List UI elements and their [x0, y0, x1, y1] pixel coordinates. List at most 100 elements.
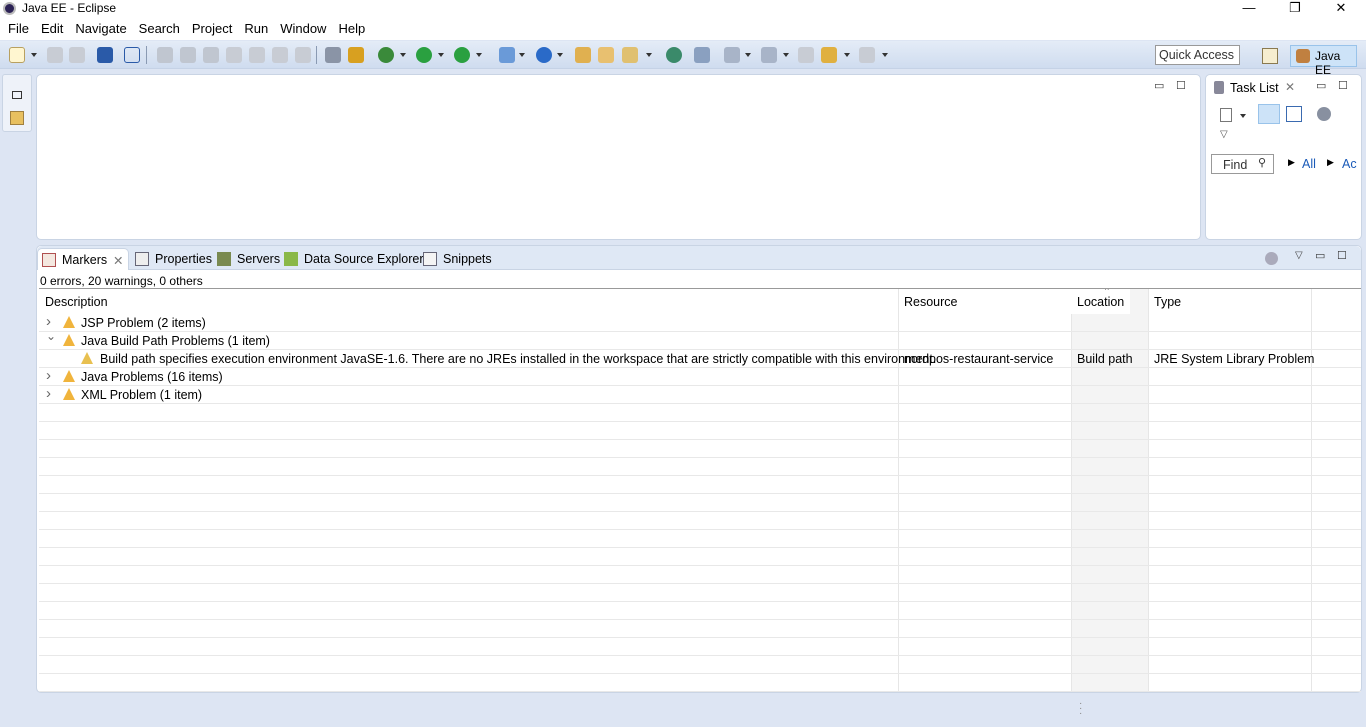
brush-icon[interactable] [622, 47, 638, 63]
resume-icon[interactable] [157, 47, 173, 63]
minimize-icon[interactable]: ▭ [1315, 249, 1325, 262]
find-placeholder: Find [1223, 158, 1248, 172]
table-row[interactable]: › Java Problems (16 items) [39, 367, 1361, 386]
focus-icon[interactable] [1317, 107, 1331, 121]
markers-summary: 0 errors, 20 warnings, 0 others [40, 274, 203, 288]
minimize-icon[interactable]: ▭ [1316, 79, 1326, 92]
debug-icon[interactable] [378, 47, 394, 63]
minimize-button[interactable]: — [1226, 0, 1272, 18]
java-ee-perspective-button[interactable]: Java EE [1290, 45, 1357, 77]
menu-help[interactable]: Help [332, 18, 371, 40]
open-folder-icon[interactable] [598, 47, 614, 63]
project-explorer-icon[interactable] [10, 111, 24, 125]
close-button[interactable]: ✕ [1318, 0, 1364, 18]
view-menu-icon[interactable]: ▽ [1220, 129, 1228, 140]
chevron-right-icon[interactable]: › [46, 313, 51, 330]
save-all-icon[interactable] [69, 47, 85, 63]
terminal-icon[interactable] [97, 47, 113, 63]
cell-description: Build path specifies execution environme… [100, 352, 937, 366]
minimize-icon[interactable]: ▭ [1154, 79, 1164, 92]
suspend-icon[interactable] [180, 47, 196, 63]
terminate-icon[interactable] [203, 47, 219, 63]
use-step-filters-icon[interactable] [348, 47, 364, 63]
column-header-resource[interactable]: Resource [898, 289, 964, 314]
maximize-icon[interactable]: ☐ [1176, 79, 1186, 92]
tab-snippets[interactable]: Snippets [419, 248, 498, 270]
tab-properties[interactable]: Properties [131, 248, 218, 270]
focus-icon[interactable] [1265, 252, 1278, 265]
quick-access-input[interactable]: Quick Access [1155, 45, 1240, 65]
last-edit-icon[interactable] [798, 47, 814, 63]
skip-breakpoints-icon[interactable] [124, 47, 140, 63]
chevron-down-icon[interactable]: ⌄ [46, 329, 56, 343]
tab-data-source-explorer[interactable]: Data Source Explorer [280, 248, 430, 270]
maximize-icon[interactable]: ☐ [1337, 249, 1347, 262]
filter-all-link[interactable]: All [1302, 157, 1316, 171]
menu-navigate[interactable]: Navigate [69, 18, 132, 40]
step-into-icon[interactable] [249, 47, 265, 63]
tab-task-list[interactable]: Task List ✕ [1206, 75, 1301, 99]
menu-project[interactable]: Project [186, 18, 238, 40]
cell-description: JSP Problem (2 items) [81, 316, 206, 330]
new-task-icon[interactable] [1220, 108, 1232, 122]
previous-annotation-icon[interactable] [761, 47, 777, 63]
menu-edit[interactable]: Edit [35, 18, 69, 40]
step-over-icon[interactable] [272, 47, 288, 63]
chevron-right-icon[interactable]: › [46, 367, 51, 384]
new-servlet-icon[interactable] [536, 47, 552, 63]
menu-window[interactable]: Window [274, 18, 332, 40]
forward-icon[interactable] [859, 47, 875, 63]
step-return-icon[interactable] [295, 47, 311, 63]
view-menu-icon[interactable]: ▽ [1295, 250, 1303, 261]
close-icon[interactable]: ✕ [1285, 80, 1295, 94]
tab-servers[interactable]: Servers [213, 248, 286, 270]
new-icon[interactable] [9, 47, 25, 63]
maximize-icon[interactable]: ☐ [1338, 79, 1348, 92]
menu-run[interactable]: Run [238, 18, 274, 40]
eclipse-logo-icon [3, 2, 16, 15]
cell-description: Java Build Path Problems (1 item) [81, 334, 270, 348]
tab-label: Data Source Explorer [304, 252, 424, 266]
save-icon[interactable] [47, 47, 63, 63]
new-server-icon[interactable] [499, 47, 515, 63]
open-project-icon[interactable] [575, 47, 591, 63]
filter-activate-link[interactable]: Ac [1342, 157, 1357, 171]
restore-icon[interactable] [12, 91, 22, 99]
next-annotation-icon[interactable] [724, 47, 740, 63]
drag-handle-icon[interactable]: · · · [1079, 699, 1082, 719]
drop-to-frame-icon[interactable] [325, 47, 341, 63]
column-header-location[interactable]: Location ^ [1071, 289, 1131, 314]
search-tool-icon[interactable] [694, 47, 710, 63]
properties-icon [135, 252, 149, 266]
open-perspective-icon[interactable] [1262, 48, 1278, 64]
empty-row [39, 584, 1361, 602]
warning-icon [63, 388, 75, 400]
globe-icon[interactable] [666, 47, 682, 63]
window-title: Java EE - Eclipse [22, 1, 117, 15]
menu-search[interactable]: Search [133, 18, 186, 40]
run-external-tools-icon[interactable] [454, 47, 470, 63]
triangle-icon: ▶ [1288, 157, 1295, 167]
table-row[interactable]: › XML Problem (1 item) [39, 385, 1361, 404]
data-source-icon [284, 252, 298, 266]
tab-markers[interactable]: Markers ✕ [37, 248, 129, 270]
tab-label: Servers [237, 252, 281, 266]
disconnect-icon[interactable] [226, 47, 242, 63]
close-icon[interactable]: ✕ [113, 253, 123, 268]
categorized-icon[interactable] [1258, 104, 1280, 124]
table-row[interactable]: Build path specifies execution environme… [39, 350, 1361, 368]
find-input[interactable]: Find ⚲ [1211, 154, 1274, 174]
column-header-type[interactable]: Type [1148, 289, 1187, 314]
chevron-right-icon[interactable]: › [46, 385, 51, 402]
restore-button[interactable]: ❐ [1272, 0, 1318, 18]
table-row[interactable]: ⌄ Java Build Path Problems (1 item) [39, 329, 1361, 350]
empty-row [39, 638, 1361, 656]
snippets-icon [423, 252, 437, 266]
empty-row [39, 404, 1361, 422]
table-row[interactable]: › JSP Problem (2 items) [39, 313, 1361, 332]
menu-file[interactable]: File [2, 18, 35, 40]
back-icon[interactable] [821, 47, 837, 63]
run-icon[interactable] [416, 47, 432, 63]
column-header-description[interactable]: Description [39, 289, 114, 314]
scheduled-icon[interactable] [1286, 106, 1302, 122]
